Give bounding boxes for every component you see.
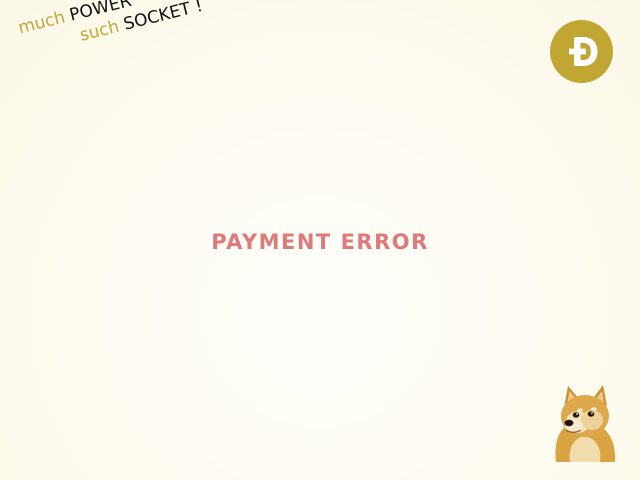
- doge-mascot-icon: [552, 382, 618, 464]
- tagline: much POWER such SOCKET !: [16, 0, 205, 61]
- tagline-word-much: much: [16, 7, 68, 39]
- dogecoin-icon: [550, 20, 613, 83]
- payment-error-title: PAYMENT ERROR: [211, 230, 429, 254]
- dogecoin-symbol: [569, 37, 598, 66]
- doge-illustration: [555, 385, 616, 462]
